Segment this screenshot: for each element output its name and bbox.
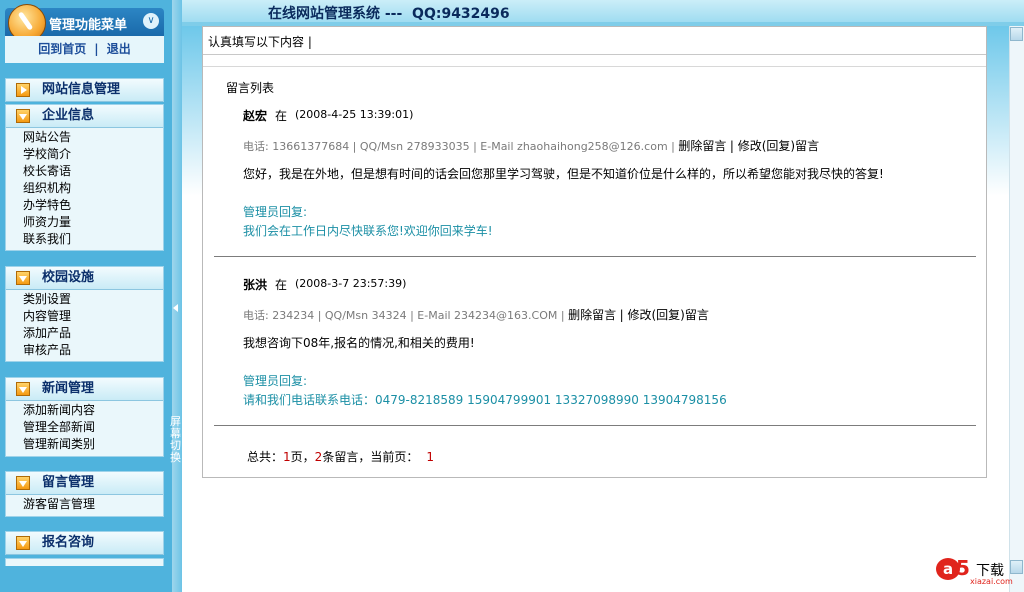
pager-page-count: 1 <box>283 450 291 464</box>
pager-count-suffix: 条留言，当前页： <box>322 450 419 464</box>
delete-message-link[interactable]: 删除留言 <box>568 308 616 322</box>
content-panel: 认真填写以下内容 | 留言列表 赵宏 在 (2008-4-25 13:39:01… <box>202 26 987 478</box>
message-time: (2008-4-25 13:39:01) <box>295 108 414 121</box>
panel-enterprise-info: 企业信息 网站公告 学校简介 校长寄语 组织机构 办学特色 师资力量 联系我们 <box>5 104 164 251</box>
menu-header: 管理功能菜单 ∨ <box>5 4 164 42</box>
collapse-arrow-icon <box>16 109 30 123</box>
triangle-left-icon[interactable] <box>173 304 178 312</box>
sidebar-item-add-news[interactable]: 添加新闻内容 <box>6 402 163 419</box>
sidebar-item-guest-messages[interactable]: 游客留言管理 <box>6 496 163 513</box>
scroll-up-button[interactable] <box>1010 27 1023 41</box>
panel-title: 企业信息 <box>42 108 95 123</box>
panel-title: 报名咨询 <box>42 535 95 550</box>
sidebar-item-news-categories[interactable]: 管理新闻类别 <box>6 436 163 453</box>
separator: | <box>94 42 99 56</box>
panel-title: 校园设施 <box>42 270 95 285</box>
screen-switch-strip[interactable] <box>172 0 182 592</box>
message-divider <box>214 425 976 426</box>
panel-header-site-info[interactable]: 网站信息管理 <box>6 79 163 102</box>
screen-switch-label[interactable]: 屏幕切换 <box>170 416 182 464</box>
edit-reply-message-link[interactable]: | 修改(回复)留言 <box>620 308 709 322</box>
divider <box>203 66 986 67</box>
panel-title: 留言管理 <box>42 475 95 490</box>
collapse-menu-button[interactable]: ∨ <box>143 13 159 29</box>
message-time-prefix: 在 <box>275 109 288 123</box>
admin-reply-label: 管理员回复: <box>243 205 308 219</box>
panel-header-campus-facilities[interactable]: 校园设施 <box>6 267 163 290</box>
panel-site-info: 网站信息管理 <box>5 78 164 102</box>
panel-header-message-management[interactable]: 留言管理 <box>6 472 163 495</box>
sidebar-item-faculty[interactable]: 师资力量 <box>6 214 163 231</box>
collapse-arrow-icon <box>16 476 30 490</box>
sidebar: 管理功能菜单 ∨ 回到首页 | 退出 网站信息管理 企业信息 网站公告 学校简介 校… <box>0 0 172 592</box>
a5-download-watermark: a 5 下载 xiazai.com <box>936 556 1016 586</box>
collapse-arrow-icon <box>16 536 30 550</box>
message-contact: 电话: 13661377684 | QQ/Msn 278933035 | E-M… <box>243 140 675 153</box>
pagination-summary: 总共：1页，2条留言，当前页： 1 <box>247 448 434 465</box>
sidebar-item-notice[interactable]: 网站公告 <box>6 129 163 146</box>
sidebar-item-features[interactable]: 办学特色 <box>6 197 163 214</box>
expand-arrow-icon <box>16 83 30 97</box>
message-contact: 电话: 234234 | QQ/Msn 34324 | E-Mail 23423… <box>243 309 565 322</box>
admin-reply-label: 管理员回复: <box>243 374 308 388</box>
admin-reply-text: 我们会在工作日内尽快联系您!欢迎你回来学车! <box>243 224 493 238</box>
pager-current-page: 1 <box>426 450 434 464</box>
menu-title: 管理功能菜单 <box>49 18 128 33</box>
panel-header-registration[interactable]: 报名咨询 <box>6 532 163 555</box>
double-chevron-down-icon: ∨ <box>147 15 155 26</box>
panel-title: 新闻管理 <box>42 381 95 396</box>
collapse-arrow-icon <box>16 382 30 396</box>
panel-partial <box>5 558 164 566</box>
sidebar-item-category-settings[interactable]: 类别设置 <box>6 291 163 308</box>
message-body: 您好，我是在外地，但是想有时间的话会回您那里学习驾驶，但是不知道价位是什么样的，… <box>243 167 884 181</box>
home-link[interactable]: 回到首页 <box>38 42 86 56</box>
pager-total-prefix: 总共： <box>247 450 284 464</box>
message-time: (2008-3-7 23:57:39) <box>295 277 407 290</box>
instruction-text: 认真填写以下内容 | <box>208 35 312 49</box>
sidebar-item-manage-news[interactable]: 管理全部新闻 <box>6 419 163 436</box>
panel-campus-facilities: 校园设施 类别设置 内容管理 添加产品 审核产品 <box>5 266 164 362</box>
panel-news-management: 新闻管理 添加新闻内容 管理全部新闻 管理新闻类别 <box>5 377 164 457</box>
edit-reply-message-link[interactable]: | 修改(回复)留言 <box>730 139 819 153</box>
home-logout-row: 回到首页 | 退出 <box>5 36 164 63</box>
logout-link[interactable]: 退出 <box>107 42 131 56</box>
sidebar-item-organization[interactable]: 组织机构 <box>6 180 163 197</box>
message-contact-row: 电话: 13661377684 | QQ/Msn 278933035 | E-M… <box>243 137 819 154</box>
message-author: 赵宏 <box>243 109 268 123</box>
panel-title: 网站信息管理 <box>42 82 121 97</box>
message-divider <box>214 256 976 257</box>
sidebar-item-add-product[interactable]: 添加产品 <box>6 325 163 342</box>
a5-logo-five: 5 <box>956 556 970 580</box>
sidebar-item-school-intro[interactable]: 学校简介 <box>6 146 163 163</box>
system-title: 在线网站管理系统 --- QQ:9432496 <box>268 6 510 22</box>
sidebar-item-principal-message[interactable]: 校长寄语 <box>6 163 163 180</box>
panel-header-news-management[interactable]: 新闻管理 <box>6 378 163 401</box>
admin-reply-text: 请和我们电话联系电话：0479-8218589 15904799901 1332… <box>243 393 727 407</box>
panel-header-enterprise-info[interactable]: 企业信息 <box>6 105 163 128</box>
collapse-arrow-icon <box>16 271 30 285</box>
divider <box>203 54 986 55</box>
message-list-title: 留言列表 <box>226 81 275 95</box>
message-contact-row: 电话: 234234 | QQ/Msn 34324 | E-Mail 23423… <box>243 306 709 323</box>
content-left-edge <box>182 26 202 592</box>
vertical-scrollbar[interactable] <box>1009 26 1024 592</box>
content-right-edge <box>987 26 1009 592</box>
watermark-subtext: xiazai.com <box>970 577 1013 586</box>
delete-message-link[interactable]: 删除留言 <box>678 139 726 153</box>
sidebar-item-review-product[interactable]: 审核产品 <box>6 342 163 359</box>
sidebar-item-content-management[interactable]: 内容管理 <box>6 308 163 325</box>
panel-registration: 报名咨询 <box>5 531 164 555</box>
message-time-prefix: 在 <box>275 278 288 292</box>
message-author: 张洪 <box>243 278 268 292</box>
pager-pages-suffix: 页， <box>290 450 315 464</box>
message-body: 我想咨询下08年,报名的情况,和相关的费用! <box>243 336 475 350</box>
sidebar-item-contact[interactable]: 联系我们 <box>6 231 163 248</box>
panel-message-management: 留言管理 游客留言管理 <box>5 471 164 517</box>
